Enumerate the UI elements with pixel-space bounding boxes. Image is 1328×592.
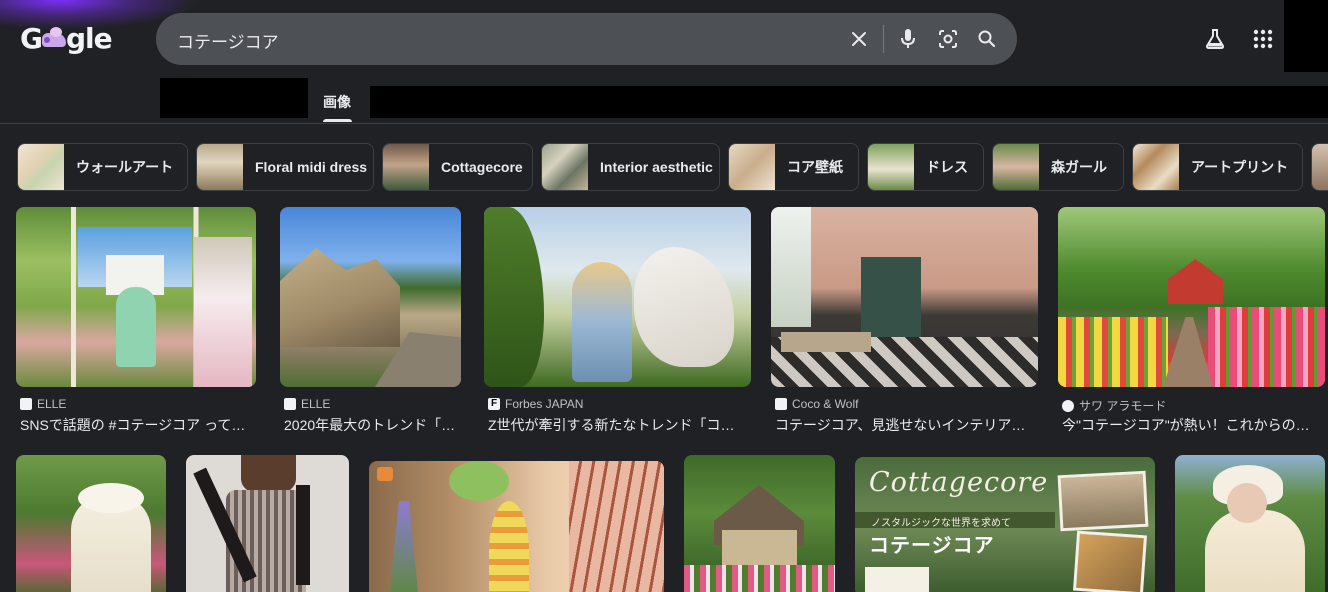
- chip-label: 森ガール: [1051, 159, 1107, 175]
- chip-thumbnail: [993, 144, 1039, 190]
- source-name: Coco & Wolf: [792, 397, 859, 411]
- result-card[interactable]: Cottagecore ノスタルジックな世界を求めて コテージコア: [855, 457, 1155, 592]
- forbes-favicon-icon: F: [488, 398, 500, 410]
- elle-favicon-icon: [20, 398, 32, 410]
- tabs-redacted-right: [370, 86, 1328, 118]
- chip-thumbnail: [729, 144, 775, 190]
- result-image[interactable]: [684, 455, 835, 592]
- chip-label: Cottagecore: [441, 159, 523, 175]
- result-source[interactable]: サワ アラモード: [1062, 397, 1166, 414]
- tab-images-underline: [323, 119, 352, 122]
- poster-main-text: コテージコア: [869, 535, 995, 557]
- source-name: ELLE: [37, 397, 67, 411]
- chip-label: コア壁紙: [787, 159, 843, 175]
- result-card[interactable]: ELLE 2020年最大のトレンド「…: [280, 207, 461, 435]
- result-source[interactable]: F Forbes JAPAN: [488, 397, 583, 411]
- chip-label: アートプリント: [1191, 159, 1289, 175]
- result-image[interactable]: [16, 455, 166, 592]
- result-image[interactable]: [16, 207, 256, 387]
- result-source[interactable]: Coco & Wolf: [775, 397, 858, 411]
- poster-banner: ノスタルジックな世界を求めて: [855, 512, 1055, 529]
- result-card[interactable]: [16, 455, 166, 592]
- result-image[interactable]: [280, 207, 461, 387]
- lens-camera-icon[interactable]: [936, 27, 960, 51]
- chip-thumbnail: [1133, 144, 1179, 190]
- result-card[interactable]: [1175, 455, 1325, 592]
- source-name: Forbes JAPAN: [505, 397, 584, 411]
- chip-cottagecore[interactable]: Cottagecore: [382, 143, 533, 191]
- result-card[interactable]: ELLE SNSで話題の #コテージコア って…: [16, 207, 256, 435]
- result-title[interactable]: コテージコア、見逃せないインテリア…: [775, 415, 1038, 435]
- clear-icon[interactable]: [847, 27, 871, 51]
- result-card[interactable]: [369, 461, 664, 592]
- result-image[interactable]: [369, 461, 664, 592]
- chip-thumbnail: [18, 144, 64, 190]
- doodle-icon: [40, 27, 68, 49]
- chip-dress[interactable]: ドレス: [867, 143, 984, 191]
- result-image[interactable]: [186, 455, 349, 592]
- tab-images[interactable]: 画像: [323, 92, 351, 112]
- source-name: ELLE: [301, 397, 331, 411]
- sawa-favicon-icon: [1062, 399, 1074, 412]
- game-badge-icon: [377, 467, 393, 481]
- result-title[interactable]: Z世代が牽引する新たなトレンド「コ…: [488, 415, 751, 435]
- header: G gle コテージコア 画像: [0, 0, 1328, 124]
- search-input[interactable]: コテージコア: [177, 28, 279, 53]
- result-card[interactable]: [684, 455, 835, 592]
- result-source[interactable]: ELLE: [284, 397, 330, 411]
- result-card[interactable]: Coco & Wolf コテージコア、見逃せないインテリア…: [771, 207, 1038, 435]
- logo-letters-gle: gle: [65, 21, 113, 55]
- microphone-icon[interactable]: [896, 27, 920, 51]
- result-image[interactable]: [1175, 455, 1325, 592]
- chip-art-print[interactable]: アートプリント: [1132, 143, 1303, 191]
- search-box[interactable]: コテージコア: [156, 13, 1017, 65]
- account-avatar-redacted[interactable]: [1284, 0, 1328, 72]
- chip-thumbnail: [542, 144, 588, 190]
- chip-thumbnail: [868, 144, 914, 190]
- chip-thumbnail: [197, 144, 243, 190]
- chip-mori-girl[interactable]: 森ガール: [992, 143, 1124, 191]
- result-card[interactable]: F Forbes JAPAN Z世代が牽引する新たなトレンド「コ…: [484, 207, 751, 435]
- google-doodle-logo[interactable]: G gle: [20, 21, 113, 55]
- result-card[interactable]: [186, 455, 349, 592]
- poster-banner-text: ノスタルジックな世界を求めて: [871, 518, 1011, 529]
- result-title[interactable]: 2020年最大のトレンド「…: [284, 415, 461, 435]
- result-source[interactable]: ELLE: [20, 397, 66, 411]
- labs-flask-icon[interactable]: [1203, 27, 1227, 51]
- coco-wolf-favicon-icon: [775, 398, 787, 410]
- result-title[interactable]: 今"コテージコア"が熱い！これからの…: [1062, 415, 1325, 435]
- chip-wall-art[interactable]: ウォールアート: [17, 143, 188, 191]
- chip-thumbnail: [1312, 144, 1328, 190]
- google-apps-icon[interactable]: [1251, 27, 1275, 51]
- chip-more-partial[interactable]: [1311, 143, 1328, 191]
- chip-label: Interior aesthetic: [600, 159, 713, 175]
- result-image[interactable]: [1058, 207, 1325, 387]
- search-divider: [883, 25, 884, 53]
- chip-core-wallpaper[interactable]: コア壁紙: [728, 143, 859, 191]
- search-icon[interactable]: [975, 27, 999, 51]
- chip-interior-aesthetic[interactable]: Interior aesthetic: [541, 143, 720, 191]
- result-image[interactable]: Cottagecore ノスタルジックな世界を求めて コテージコア: [855, 457, 1155, 592]
- chip-label: ドレス: [926, 159, 968, 175]
- chip-floral-midi-dress[interactable]: Floral midi dress: [196, 143, 374, 191]
- result-card[interactable]: サワ アラモード 今"コテージコア"が熱い！これからの…: [1058, 207, 1325, 435]
- chip-thumbnail: [383, 144, 429, 190]
- chip-label: ウォールアート: [76, 159, 174, 175]
- result-title[interactable]: SNSで話題の #コテージコア って…: [20, 415, 256, 435]
- result-image[interactable]: [484, 207, 751, 387]
- logo-letter-g: G: [20, 21, 43, 55]
- poster-script-title: Cottagecore: [869, 467, 1049, 498]
- elle-favicon-icon: [284, 398, 296, 410]
- source-name: サワ アラモード: [1079, 399, 1167, 413]
- chip-label: Floral midi dress: [255, 159, 368, 175]
- result-image[interactable]: [771, 207, 1038, 387]
- tabs-redacted: [160, 78, 308, 118]
